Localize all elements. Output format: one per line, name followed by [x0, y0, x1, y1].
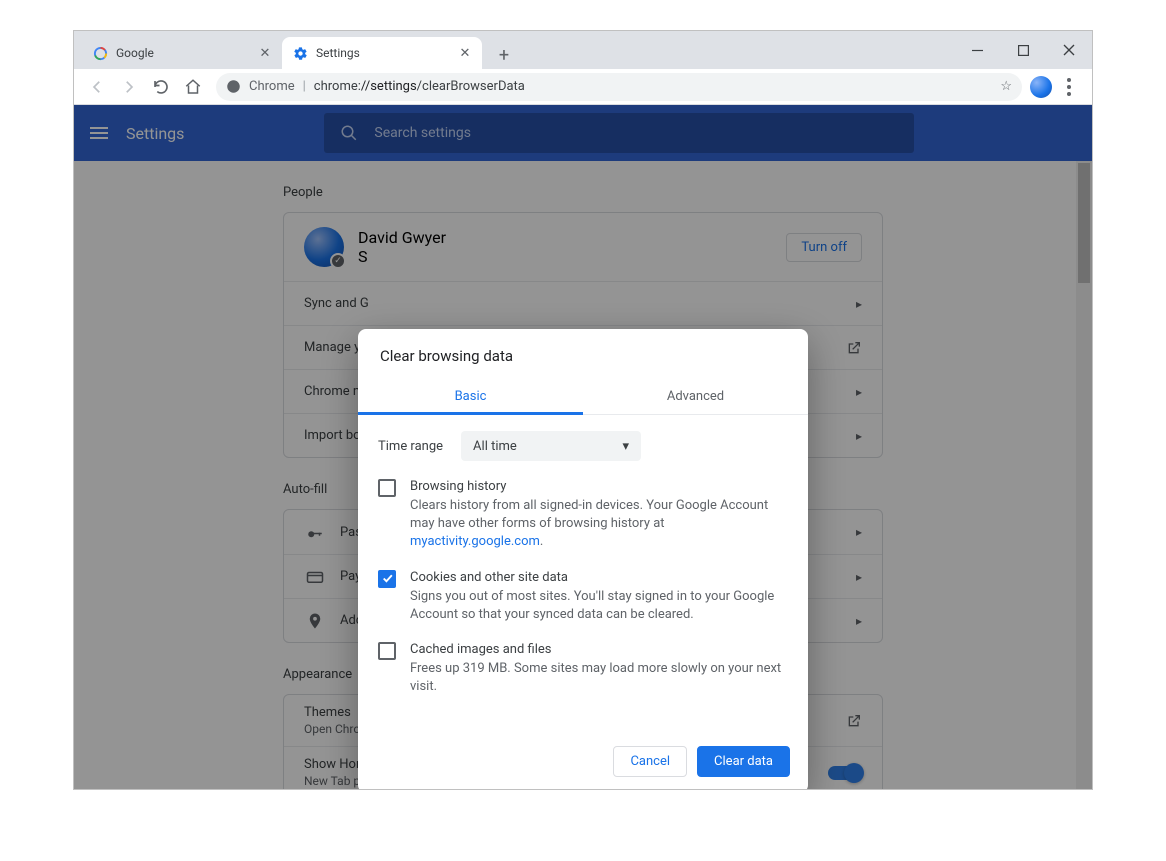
time-range-select[interactable]: All time ▾ [461, 431, 641, 461]
myactivity-link[interactable]: myactivity.google.com [410, 534, 540, 549]
tab-strip: Google ✕ Settings ✕ + [74, 31, 1092, 69]
settings-gear-icon [292, 45, 308, 61]
checkbox-cache[interactable] [378, 642, 396, 660]
browser-window: Google ✕ Settings ✕ + Chrome | chrome://… [73, 30, 1093, 790]
tab-title: Settings [316, 46, 458, 60]
maximize-button[interactable] [1000, 31, 1046, 69]
close-window-button[interactable] [1046, 31, 1092, 69]
tab-title: Google [116, 46, 258, 60]
option-cookies: Cookies and other site data Signs you ou… [378, 570, 788, 624]
tab-google[interactable]: Google ✕ [82, 37, 282, 69]
checkbox-cookies[interactable] [378, 570, 396, 588]
option-cache: Cached images and files Frees up 319 MB.… [378, 642, 788, 696]
tab-settings[interactable]: Settings ✕ [282, 37, 482, 69]
tab-basic[interactable]: Basic [358, 379, 583, 414]
close-icon[interactable]: ✕ [458, 46, 472, 60]
back-button[interactable] [82, 72, 112, 102]
option-title: Cookies and other site data [410, 570, 788, 585]
bookmark-star-icon[interactable]: ☆ [1000, 79, 1012, 94]
dialog-tabs: Basic Advanced [358, 379, 808, 415]
omnibox-chip: Chrome [249, 79, 295, 94]
option-title: Cached images and files [410, 642, 788, 657]
tab-advanced[interactable]: Advanced [583, 379, 808, 414]
omnibox[interactable]: Chrome | chrome://settings/clearBrowserD… [216, 73, 1022, 101]
chrome-logo-icon [226, 79, 241, 94]
checkbox-browsing-history[interactable] [378, 479, 396, 497]
option-description: Signs you out of most sites. You'll stay… [410, 588, 788, 624]
forward-button[interactable] [114, 72, 144, 102]
clear-data-button[interactable]: Clear data [697, 746, 790, 777]
cancel-button[interactable]: Cancel [613, 746, 687, 777]
google-favicon [92, 45, 108, 61]
option-description: Frees up 319 MB. Some sites may load mor… [410, 660, 788, 696]
content-area: Settings Search settings People ✓ David … [74, 105, 1092, 789]
option-description: Clears history from all signed-in device… [410, 497, 788, 552]
omnibox-separator: | [303, 79, 306, 94]
reload-button[interactable] [146, 72, 176, 102]
profile-avatar-button[interactable] [1030, 76, 1052, 98]
chevron-down-icon: ▾ [623, 439, 630, 454]
minimize-button[interactable] [954, 31, 1000, 69]
home-button[interactable] [178, 72, 208, 102]
clear-browsing-data-dialog: Clear browsing data Basic Advanced Time … [358, 329, 808, 789]
option-title: Browsing history [410, 479, 788, 494]
browser-toolbar: Chrome | chrome://settings/clearBrowserD… [74, 69, 1092, 105]
time-range-label: Time range [378, 439, 443, 454]
omnibox-url: chrome://settings/clearBrowserData [314, 79, 525, 94]
option-browsing-history: Browsing history Clears history from all… [378, 479, 788, 552]
new-tab-button[interactable]: + [490, 41, 518, 69]
menu-button[interactable] [1054, 72, 1084, 102]
close-icon[interactable]: ✕ [258, 46, 272, 60]
window-controls [954, 31, 1092, 69]
dialog-title: Clear browsing data [358, 329, 808, 379]
